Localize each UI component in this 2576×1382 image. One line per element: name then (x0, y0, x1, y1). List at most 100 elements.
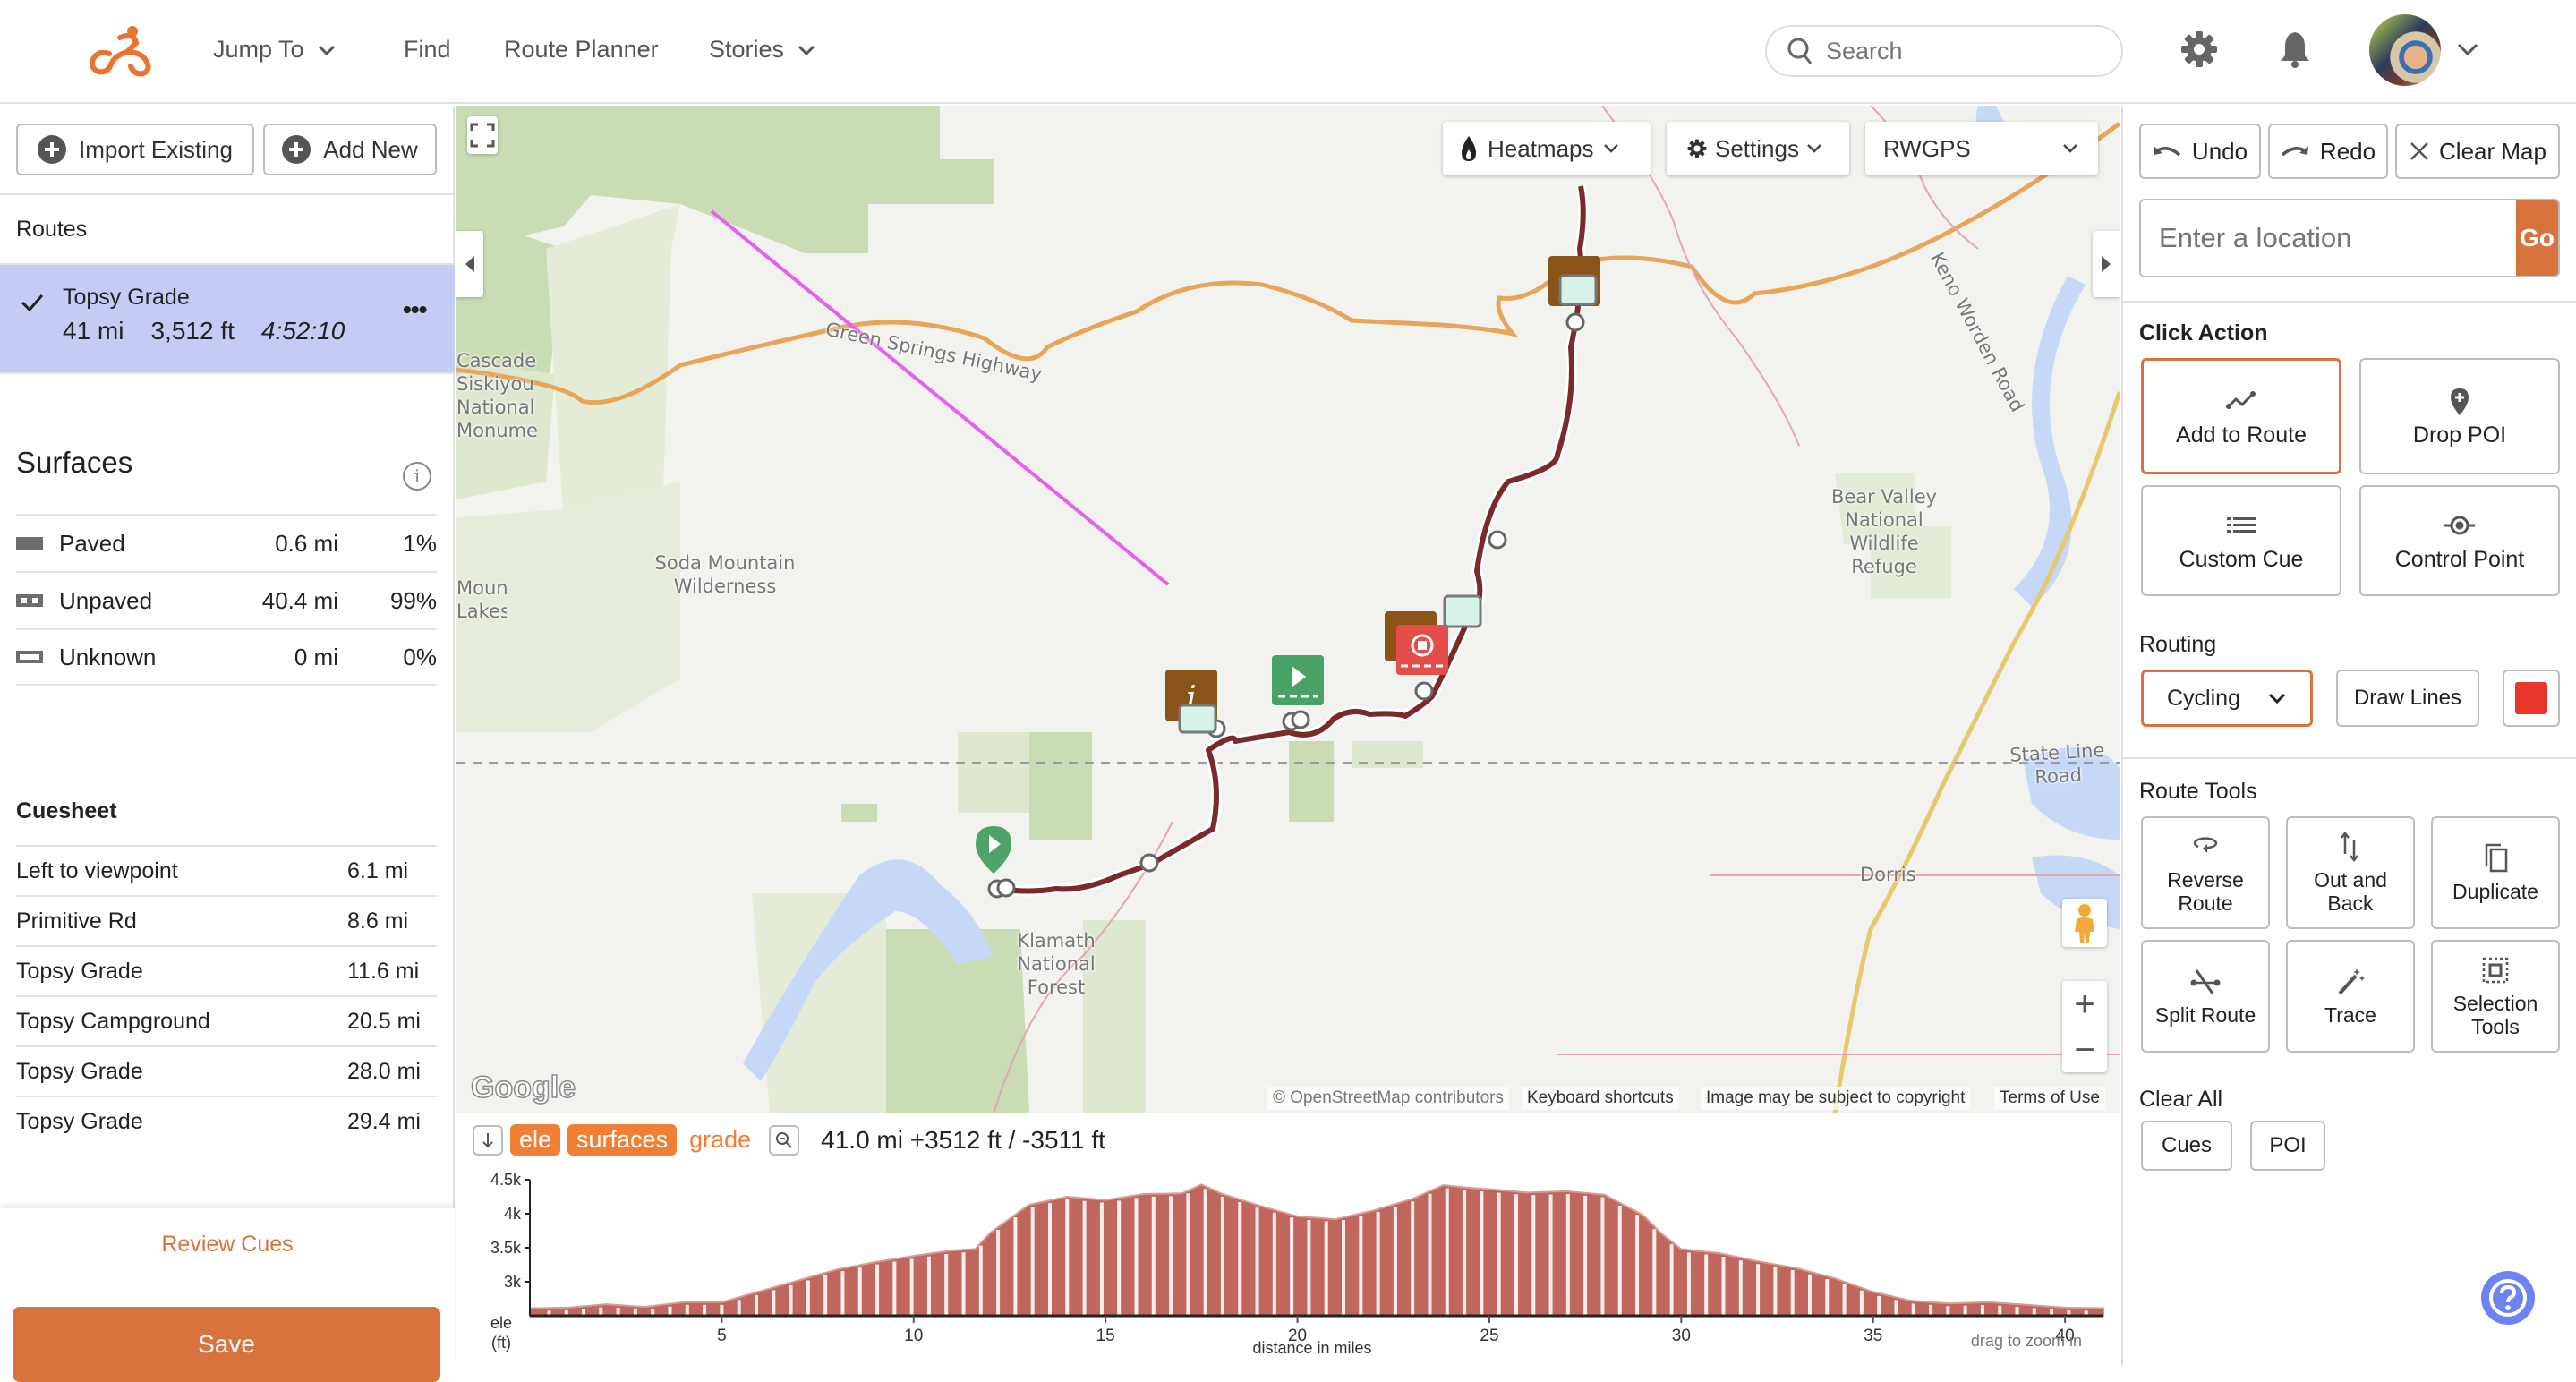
gear-icon[interactable] (2179, 29, 2220, 70)
avatar[interactable] (2369, 14, 2441, 86)
duplicate-button[interactable]: Duplicate (2431, 816, 2560, 929)
selection-icon (2482, 957, 2509, 984)
cue-name: Topsy Grade (16, 1108, 143, 1134)
control-point-icon (2444, 516, 2475, 535)
heatmaps-dropdown[interactable]: Heatmaps (1443, 122, 1651, 175)
cue-row[interactable]: Topsy Grade 11.6 mi (16, 945, 437, 995)
draw-lines-label: Draw Lines (2353, 686, 2462, 710)
clear-map-button[interactable]: Clear Map (2395, 124, 2560, 179)
left-footer: Review Cues Save (0, 1208, 455, 1382)
add-to-route-button[interactable]: Add to Route (2141, 358, 2341, 474)
review-cues-link[interactable]: Review Cues (0, 1232, 455, 1258)
import-existing-button[interactable]: Import Existing (16, 124, 254, 175)
chevron-down-icon (2063, 144, 2077, 153)
chevron-down-icon (798, 45, 815, 55)
surface-row-paved: Paved 0.6 mi 1% (16, 514, 437, 571)
zoom-in-button[interactable]: + (2074, 986, 2094, 1022)
custom-cue-button[interactable]: Custom Cue (2141, 485, 2341, 596)
heatmaps-label: Heatmaps (1488, 134, 1594, 162)
routing-mode-select[interactable]: Cycling (2141, 670, 2313, 727)
clear-cues-button[interactable]: Cues (2141, 1121, 2232, 1171)
map-layer-dropdown[interactable]: RWGPS (1865, 122, 2098, 175)
route-elevation: 3,512 ft (150, 317, 235, 345)
clear-poi-label: POI (2269, 1133, 2307, 1157)
y-axis-label: ele (490, 1314, 512, 1332)
street-view-pegman[interactable] (2062, 899, 2107, 947)
add-new-button[interactable]: Add New (263, 124, 437, 175)
drop-poi-button[interactable]: Drop POI (2359, 358, 2560, 474)
surface-name: Paved (59, 529, 125, 557)
list-icon (2227, 517, 2256, 533)
collapse-right-panel-button[interactable] (2093, 231, 2120, 297)
cue-row[interactable]: Left to viewpoint 6.1 mi (16, 845, 437, 895)
nav-find[interactable]: Find (404, 36, 451, 64)
bell-icon[interactable] (2274, 29, 2316, 70)
reverse-route-button[interactable]: Reverse Route (2141, 816, 2270, 929)
chevron-down-icon (1603, 144, 1618, 153)
more-options-icon[interactable]: ••• (403, 295, 427, 324)
help-button[interactable] (2481, 1271, 2535, 1325)
add-to-route-label: Add to Route (2176, 422, 2307, 448)
gear-icon (1687, 139, 1707, 158)
search-input[interactable] (1826, 37, 2094, 65)
save-button[interactable]: Save (13, 1307, 440, 1382)
settings-dropdown[interactable]: Settings (1667, 122, 1849, 175)
nav-jump-to[interactable]: Jump To (213, 36, 337, 64)
add-to-route-icon (2226, 391, 2256, 409)
cue-name: Topsy Grade (16, 958, 143, 984)
terms-of-use-link[interactable]: Terms of Use (1994, 1087, 2105, 1110)
x-tick-label: 5 (717, 1327, 727, 1345)
draw-lines-button[interactable]: Draw Lines (2336, 670, 2479, 727)
map-label-state-line-road: State Line Road (2009, 739, 2105, 789)
nav-stories[interactable]: Stories (709, 36, 816, 64)
cue-row[interactable]: Primitive Rd 8.6 mi (16, 895, 437, 945)
redo-button[interactable]: Redo (2268, 124, 2388, 179)
out-and-back-button[interactable]: Out and Back (2286, 816, 2415, 929)
chevron-down-icon[interactable] (2454, 38, 2481, 61)
routes-title: Routes (16, 217, 88, 242)
route-list-item[interactable]: Topsy Grade 41 mi 3,512 ft 4:52:10 ••• (0, 263, 455, 374)
caret-right-icon (2102, 256, 2111, 272)
trace-button[interactable]: Trace (2286, 940, 2415, 1053)
elevation-chart[interactable]: 3k3.5k4k4.5k5 10 15 20 25 30 35 40ele(ft) distan… (456, 1113, 2120, 1366)
keyboard-shortcuts-link[interactable]: Keyboard shortcuts (1522, 1087, 1679, 1110)
nav-route-planner[interactable]: Route Planner (504, 36, 659, 64)
surface-row-unpaved: Unpaved 40.4 mi 99% (16, 571, 437, 628)
unknown-swatch-icon (16, 651, 43, 663)
osm-attribution[interactable]: © OpenStreetMap contributors (1267, 1087, 1509, 1110)
selection-tools-button[interactable]: Selection Tools (2431, 940, 2560, 1053)
cue-distance: 29.4 mi (347, 1108, 421, 1134)
cue-name: Primitive Rd (16, 908, 137, 934)
clear-poi-button[interactable]: POI (2250, 1121, 2325, 1171)
clear-map-label: Clear Map (2439, 137, 2546, 165)
custom-cue-label: Custom Cue (2179, 547, 2304, 572)
cue-row[interactable]: Topsy Grade 28.0 mi (16, 1045, 437, 1096)
surface-distance: 0 mi (294, 643, 338, 670)
collapse-left-panel-button[interactable] (456, 231, 483, 297)
poi-start-marker (976, 826, 1011, 874)
split-route-button[interactable]: Split Route (2141, 940, 2270, 1053)
cue-row[interactable]: Topsy Campground 20.5 mi (16, 995, 437, 1045)
fullscreen-button[interactable] (467, 116, 498, 154)
zoom-out-button[interactable]: − (2074, 1032, 2094, 1068)
logo-cyclist-icon[interactable] (88, 25, 158, 77)
map-canvas[interactable]: i Green Springs Highway Soda Mountain Wi… (456, 106, 2120, 1113)
nav-find-label: Find (404, 36, 451, 63)
undo-button[interactable]: Undo (2139, 124, 2261, 179)
cue-row[interactable]: Topsy Grade 29.4 mi (16, 1096, 437, 1146)
go-button[interactable]: Go (2516, 200, 2558, 276)
plus-circle-icon (38, 135, 67, 164)
routing-mode-value: Cycling (2167, 685, 2240, 711)
map-base-layer: i (456, 106, 2120, 1113)
redo-label: Redo (2319, 137, 2376, 165)
fullscreen-icon (470, 123, 495, 148)
chevron-down-icon (318, 45, 335, 55)
control-point-button[interactable]: Control Point (2359, 485, 2560, 596)
info-icon[interactable]: i (403, 462, 431, 491)
surface-distance: 0.6 mi (275, 529, 338, 557)
search-icon (1787, 38, 1813, 64)
route-color-picker[interactable] (2503, 670, 2560, 727)
search-box[interactable] (1765, 25, 2123, 77)
surface-percent: 0% (403, 643, 437, 670)
location-input[interactable] (2141, 200, 2516, 276)
